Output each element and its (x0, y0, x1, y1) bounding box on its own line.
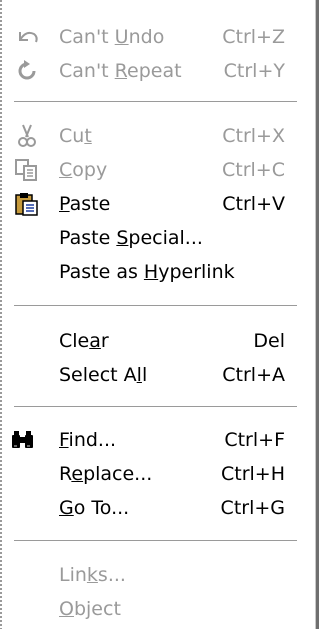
menu-item-go-to[interactable]: Go To... Ctrl+G (8, 489, 300, 527)
menu-item-shortcut: Ctrl+A (222, 364, 285, 386)
menu-item-shortcut: Ctrl+V (222, 193, 285, 215)
menu-item-shortcut: Del (253, 330, 285, 352)
menu-item-shortcut: Ctrl+C (222, 159, 285, 181)
menu-separator (14, 101, 297, 103)
edit-menu: Can't Undo Ctrl+Z Can't Repeat Ctrl+Y Cu… (0, 0, 319, 629)
menu-item-label: Clear (59, 330, 109, 352)
copy-icon (14, 157, 40, 183)
menu-item-label: Links... (59, 564, 126, 586)
menu-item-label: Find... (59, 429, 117, 451)
menu-item-label: Copy (59, 159, 108, 181)
menu-item-label: Can't Repeat (59, 60, 182, 82)
menu-item-label: Cut (59, 125, 92, 147)
menu-item-cut[interactable]: Cut Ctrl+X (8, 117, 300, 155)
repeat-icon (14, 58, 40, 84)
paste-icon (14, 191, 40, 217)
menu-item-label: Paste as Hyperlink (59, 261, 235, 283)
menu-item-copy[interactable]: Copy Ctrl+C (8, 151, 300, 189)
menu-item-label: Object (59, 598, 121, 620)
menu-item-shortcut: Ctrl+Z (222, 26, 285, 48)
menu-item-repeat[interactable]: Can't Repeat Ctrl+Y (8, 52, 300, 90)
menu-separator (14, 540, 297, 542)
menu-item-undo[interactable]: Can't Undo Ctrl+Z (8, 18, 300, 56)
menu-item-label: Select All (59, 364, 148, 386)
menu-item-label: Can't Undo (59, 26, 165, 48)
menu-item-select-all[interactable]: Select All Ctrl+A (8, 356, 300, 394)
menu-item-object[interactable]: Object (8, 590, 300, 628)
menu-item-label: Paste (59, 193, 111, 215)
menu-item-shortcut: Ctrl+G (220, 497, 285, 519)
menu-item-paste-as-hyperlink[interactable]: Paste as Hyperlink (8, 253, 300, 291)
menu-item-label: Replace... (59, 463, 153, 485)
menu-separator (14, 406, 297, 408)
menu-item-shortcut: Ctrl+X (222, 125, 285, 147)
cut-icon (14, 123, 40, 149)
menu-item-shortcut: Ctrl+F (224, 429, 285, 451)
menu-item-label: Go To... (59, 497, 130, 519)
menu-item-shortcut: Ctrl+H (220, 463, 285, 485)
menu-item-label: Paste Special... (59, 227, 203, 249)
menu-item-shortcut: Ctrl+Y (223, 60, 285, 82)
binoculars-icon (10, 427, 36, 453)
menu-item-find[interactable]: Find... Ctrl+F (8, 421, 300, 459)
menu-left-edge (0, 0, 2, 629)
menu-item-replace[interactable]: Replace... Ctrl+H (8, 455, 300, 493)
menu-item-paste-special[interactable]: Paste Special... (8, 219, 300, 257)
menu-right-border (315, 0, 319, 629)
menu-item-paste[interactable]: Paste Ctrl+V (8, 185, 300, 223)
undo-icon (14, 24, 40, 50)
menu-item-links[interactable]: Links... (8, 556, 300, 594)
menu-separator (14, 305, 297, 307)
menu-item-clear[interactable]: Clear Del (8, 322, 300, 360)
